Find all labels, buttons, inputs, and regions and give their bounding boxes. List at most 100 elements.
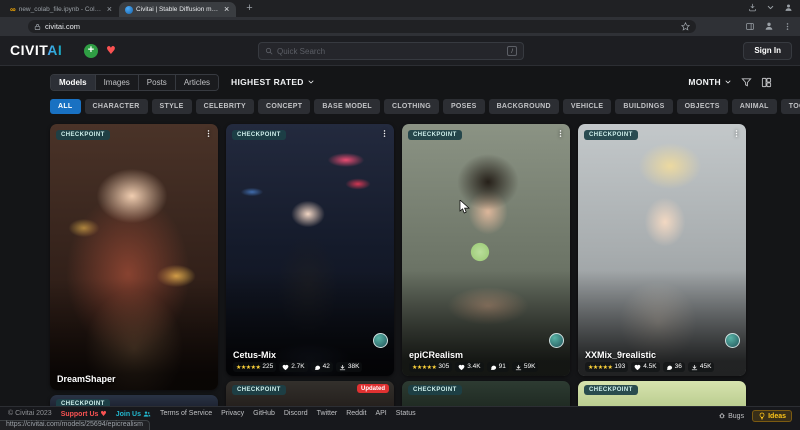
downloads-icon[interactable] bbox=[748, 3, 757, 12]
tag-filter-objects[interactable]: OBJECTS bbox=[677, 99, 728, 114]
tag-filter-background[interactable]: BACKGROUND bbox=[489, 99, 559, 114]
bugs-label: Bugs bbox=[728, 413, 744, 420]
downloads-count: 45K bbox=[700, 363, 712, 371]
creator-avatar[interactable] bbox=[549, 333, 564, 348]
model-card-epicrealism[interactable]: CHECKPOINT epiCRealism ★★★★★305 3.4K 91 … bbox=[402, 124, 570, 376]
footer-link-terms-of-service[interactable]: Terms of Service bbox=[160, 410, 212, 417]
comments-chip[interactable]: 36 bbox=[663, 362, 685, 372]
sort-dropdown[interactable]: HIGHEST RATED bbox=[231, 77, 315, 87]
footer-right: Bugs Ideas bbox=[718, 410, 792, 422]
bugs-button[interactable]: Bugs bbox=[718, 412, 744, 420]
chevron-down-icon bbox=[724, 78, 732, 86]
comments-chip[interactable]: 42 bbox=[311, 362, 333, 372]
footer-link-status[interactable]: Status bbox=[396, 410, 416, 417]
model-card-next-row[interactable]: CHECKPOINT Updated bbox=[226, 381, 394, 408]
likes-chip[interactable]: 4.5K bbox=[631, 362, 659, 372]
layout-grid-icon[interactable] bbox=[761, 77, 772, 88]
footer-link-join-us[interactable]: Join Us bbox=[116, 410, 151, 418]
tag-filter-animal[interactable]: ANIMAL bbox=[732, 99, 777, 114]
model-stats: ★★★★★305 3.4K 91 59K bbox=[409, 362, 538, 372]
likes-chip[interactable]: 3.4K bbox=[455, 362, 483, 372]
tag-filter-base-model[interactable]: BASE MODEL bbox=[314, 99, 380, 114]
model-card-dreamshaper[interactable]: CHECKPOINT DreamShaper bbox=[50, 124, 218, 390]
browser-tab-civitai[interactable]: Civitai | Stable Diffusion models × bbox=[119, 2, 236, 17]
filter-controls: MONTH bbox=[688, 77, 772, 88]
civitai-logo[interactable]: CIVITAI bbox=[10, 43, 62, 58]
tag-filter-concept[interactable]: CONCEPT bbox=[258, 99, 310, 114]
browser-tab-colab[interactable]: ∞ new_colab_file.ipynb - Colaborat... × bbox=[4, 2, 119, 17]
model-title: epiCRealism bbox=[409, 350, 463, 360]
card-menu-icon[interactable] bbox=[202, 127, 215, 140]
browser-toolbar: civitai.com bbox=[0, 17, 800, 36]
tab-images[interactable]: Images bbox=[95, 75, 138, 90]
tag-filter-buildings[interactable]: BUILDINGS bbox=[615, 99, 672, 114]
comments-count: 36 bbox=[675, 363, 682, 371]
rating-chip: ★★★★★225 bbox=[233, 362, 276, 372]
star-rating-icon: ★★★★★ bbox=[588, 364, 612, 371]
model-card-xxmix-9realistic[interactable]: CHECKPOINT XXMix_9realistic ★★★★★193 4.5… bbox=[578, 124, 746, 376]
model-type-badge: CHECKPOINT bbox=[584, 385, 638, 395]
close-tab-icon[interactable]: × bbox=[106, 5, 113, 14]
heart-icon bbox=[458, 364, 465, 371]
footer-link-github[interactable]: GitHub bbox=[253, 410, 275, 417]
card-menu-icon[interactable] bbox=[378, 127, 391, 140]
profile-avatar-icon[interactable] bbox=[764, 21, 774, 31]
tag-filter-character[interactable]: CHARACTER bbox=[85, 99, 148, 114]
creator-avatar[interactable] bbox=[373, 333, 388, 348]
downloads-chip[interactable]: 38K bbox=[336, 362, 363, 372]
footer-link-discord[interactable]: Discord bbox=[284, 410, 308, 417]
comment-icon bbox=[490, 364, 497, 371]
model-card-cetus-mix[interactable]: CHECKPOINT Cetus-Mix ★★★★★225 2.7K 42 38… bbox=[226, 124, 394, 376]
tag-filter-clothing[interactable]: CLOTHING bbox=[384, 99, 439, 114]
comments-chip[interactable]: 91 bbox=[487, 362, 509, 372]
ideas-button[interactable]: Ideas bbox=[752, 410, 792, 422]
side-panel-icon[interactable] bbox=[745, 22, 755, 31]
model-card-next-row[interactable]: CHECKPOINT bbox=[578, 381, 746, 408]
heart-icon: ♥ bbox=[100, 410, 106, 418]
support-heart-icon[interactable]: ♥ bbox=[106, 44, 116, 57]
tag-filter-vehicle[interactable]: VEHICLE bbox=[563, 99, 611, 114]
card-menu-icon[interactable] bbox=[730, 127, 743, 140]
search-input[interactable]: Quick Search / bbox=[258, 42, 524, 60]
creator-avatar[interactable] bbox=[725, 333, 740, 348]
close-tab-icon[interactable]: × bbox=[223, 5, 230, 14]
tab-models[interactable]: Models bbox=[51, 75, 95, 90]
tag-filter-poses[interactable]: POSES bbox=[443, 99, 485, 114]
tag-filter-tool[interactable]: TOOL bbox=[781, 99, 800, 114]
filter-funnel-icon[interactable] bbox=[741, 77, 752, 88]
tag-filter-all[interactable]: ALL bbox=[50, 99, 81, 114]
model-type-badge: CHECKPOINT bbox=[408, 385, 462, 395]
tab-posts[interactable]: Posts bbox=[138, 75, 175, 90]
tab-articles[interactable]: Articles bbox=[175, 75, 218, 90]
browser-menu-icon[interactable] bbox=[783, 22, 792, 31]
tag-filter-celebrity[interactable]: CELEBRITY bbox=[196, 99, 254, 114]
footer-link-api[interactable]: API bbox=[375, 410, 386, 417]
footer-link-reddit[interactable]: Reddit bbox=[346, 410, 366, 417]
users-icon bbox=[143, 410, 151, 418]
sign-in-button[interactable]: Sign In bbox=[743, 42, 792, 60]
model-preview-image bbox=[50, 124, 218, 390]
model-stats: ★★★★★225 2.7K 42 38K bbox=[233, 362, 362, 372]
status-url-bubble: https://civitai.com/models/25694/epicrea… bbox=[0, 420, 150, 430]
footer-link-privacy[interactable]: Privacy bbox=[221, 410, 244, 417]
footer-link-twitter[interactable]: Twitter bbox=[317, 410, 338, 417]
tag-filter-style[interactable]: STYLE bbox=[152, 99, 192, 114]
downloads-chip[interactable]: 45K bbox=[688, 362, 715, 372]
model-card-next-row[interactable]: CHECKPOINT bbox=[402, 381, 570, 408]
browser-profile-icon[interactable] bbox=[784, 3, 793, 12]
period-dropdown[interactable]: MONTH bbox=[688, 77, 732, 87]
downloads-count: 59K bbox=[524, 363, 536, 371]
model-type-badge: CHECKPOINT bbox=[408, 130, 462, 140]
rating-count: 225 bbox=[262, 363, 273, 371]
model-preview-image bbox=[226, 124, 394, 376]
create-button[interactable]: + bbox=[84, 44, 98, 58]
comments-count: 91 bbox=[499, 363, 506, 371]
bookmark-star-icon[interactable] bbox=[681, 22, 690, 31]
address-bar[interactable]: civitai.com bbox=[28, 20, 696, 33]
downloads-chip[interactable]: 59K bbox=[512, 362, 539, 372]
footer-link-support-us[interactable]: Support Us♥ bbox=[61, 410, 107, 418]
likes-chip[interactable]: 2.7K bbox=[279, 362, 307, 372]
new-tab-button[interactable]: + bbox=[243, 3, 255, 14]
tab-search-icon[interactable] bbox=[766, 3, 775, 12]
card-menu-icon[interactable] bbox=[554, 127, 567, 140]
